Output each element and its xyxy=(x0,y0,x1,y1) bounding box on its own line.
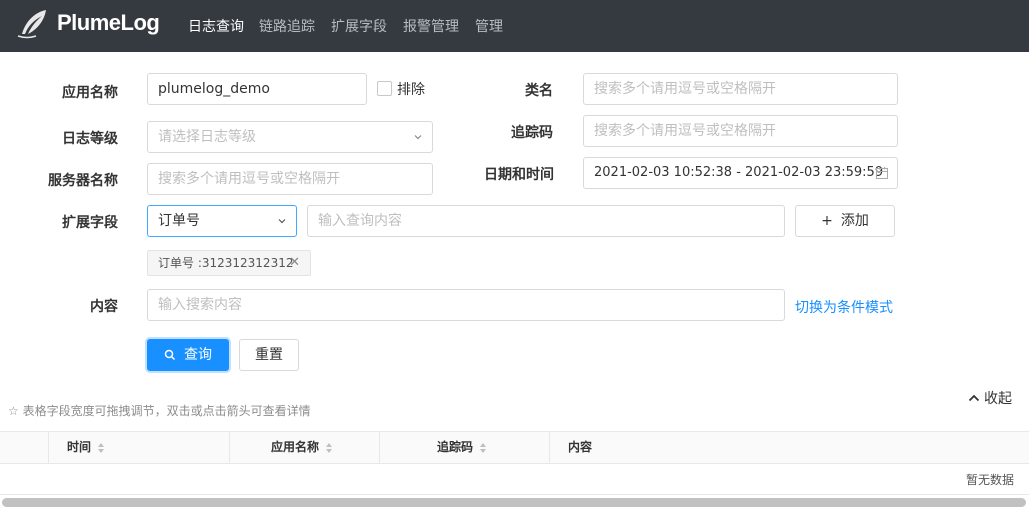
ext-field-selected: 订单号 xyxy=(158,213,200,229)
content-input[interactable]: 输入搜索内容 xyxy=(147,289,785,321)
column-title: 时间 xyxy=(67,440,92,454)
table-empty-text: 暂无数据 xyxy=(966,473,1015,487)
switch-condition-mode-link[interactable]: 切换为条件模式 xyxy=(795,297,893,317)
column-header-app-name[interactable]: 应用名称 xyxy=(229,432,379,463)
ext-field-label: 扩展字段 xyxy=(62,215,118,231)
datetime-value: 2021-02-03 10:52:38 - 2021-02-03 23:59:5… xyxy=(594,165,884,180)
log-level-placeholder: 请选择日志等级 xyxy=(158,129,256,145)
datetime-label: 日期和时间 xyxy=(484,167,554,183)
app-name-input[interactable]: plumelog_demo xyxy=(147,73,367,105)
chevron-down-icon xyxy=(278,219,286,224)
collapse-label: 收起 xyxy=(984,391,1012,407)
exclude-checkbox[interactable] xyxy=(377,81,392,96)
column-title: 追踪码 xyxy=(437,440,474,454)
datetime-range-picker[interactable]: 2021-02-03 10:52:38 - 2021-02-03 23:59:5… xyxy=(583,157,898,189)
sort-icon xyxy=(480,442,487,453)
nav-log-query[interactable]: 日志查询 xyxy=(188,16,244,36)
search-icon xyxy=(164,349,176,361)
table-hint: ☆ 表格字段宽度可拖拽调节，双击或点击箭头可查看详情 xyxy=(8,404,311,418)
exclude-label: 排除 xyxy=(397,82,425,98)
column-header-trace-id[interactable]: 追踪码 xyxy=(379,432,549,463)
collapse-toggle[interactable]: 收起 xyxy=(968,388,1012,408)
chevron-down-icon xyxy=(414,135,422,140)
ext-field-select[interactable]: 订单号 xyxy=(147,205,297,237)
tag-text: 订单号 :312312312312 xyxy=(158,256,294,270)
top-navbar: PlumeLog 日志查询 链路追踪 扩展字段 报警管理 管理 xyxy=(0,0,1029,52)
ext-field-tag: 订单号 :312312312312 ✕ xyxy=(147,250,311,276)
search-button-label: 查询 xyxy=(184,347,212,363)
feather-logo-icon xyxy=(17,10,46,39)
sort-icon xyxy=(326,442,333,453)
table-header: 时间 应用名称 追踪码 内容 xyxy=(0,431,1029,464)
trace-id-input[interactable]: 搜索多个请用逗号或空格隔开 xyxy=(583,115,898,147)
plus-icon: + xyxy=(821,213,833,229)
add-ext-field-button[interactable]: + 添加 xyxy=(795,205,895,237)
search-button[interactable]: 查询 xyxy=(147,339,229,371)
nav-alert[interactable]: 报警管理 xyxy=(403,16,459,36)
nav-trace[interactable]: 链路追踪 xyxy=(259,16,315,36)
log-level-select[interactable]: 请选择日志等级 xyxy=(147,121,433,153)
column-header-content[interactable]: 内容 xyxy=(549,432,1029,463)
sort-icon xyxy=(98,442,105,453)
content-label: 内容 xyxy=(90,299,118,315)
brand-name: PlumeLog xyxy=(57,10,160,35)
column-title: 内容 xyxy=(568,440,593,454)
table-divider xyxy=(0,494,1029,495)
reset-button[interactable]: 重置 xyxy=(239,339,299,371)
server-name-label: 服务器名称 xyxy=(48,173,118,189)
close-icon[interactable]: ✕ xyxy=(289,251,300,275)
log-level-label: 日志等级 xyxy=(62,131,118,147)
horizontal-scrollbar[interactable] xyxy=(2,498,1026,507)
add-button-label: 添加 xyxy=(840,213,869,229)
calendar-icon xyxy=(876,167,888,179)
chevron-up-icon xyxy=(968,394,980,401)
class-name-label: 类名 xyxy=(525,83,553,99)
nav-ext-field[interactable]: 扩展字段 xyxy=(331,16,387,36)
trace-id-label: 追踪码 xyxy=(511,125,553,141)
app-name-label: 应用名称 xyxy=(62,85,118,101)
ext-field-query-input[interactable]: 输入查询内容 xyxy=(307,205,785,237)
column-header-time[interactable]: 时间 xyxy=(48,432,229,463)
nav-manage[interactable]: 管理 xyxy=(475,16,503,36)
class-name-input[interactable]: 搜索多个请用逗号或空格隔开 xyxy=(583,73,898,105)
column-title: 应用名称 xyxy=(271,440,320,454)
server-name-input[interactable]: 搜索多个请用逗号或空格隔开 xyxy=(147,163,433,195)
